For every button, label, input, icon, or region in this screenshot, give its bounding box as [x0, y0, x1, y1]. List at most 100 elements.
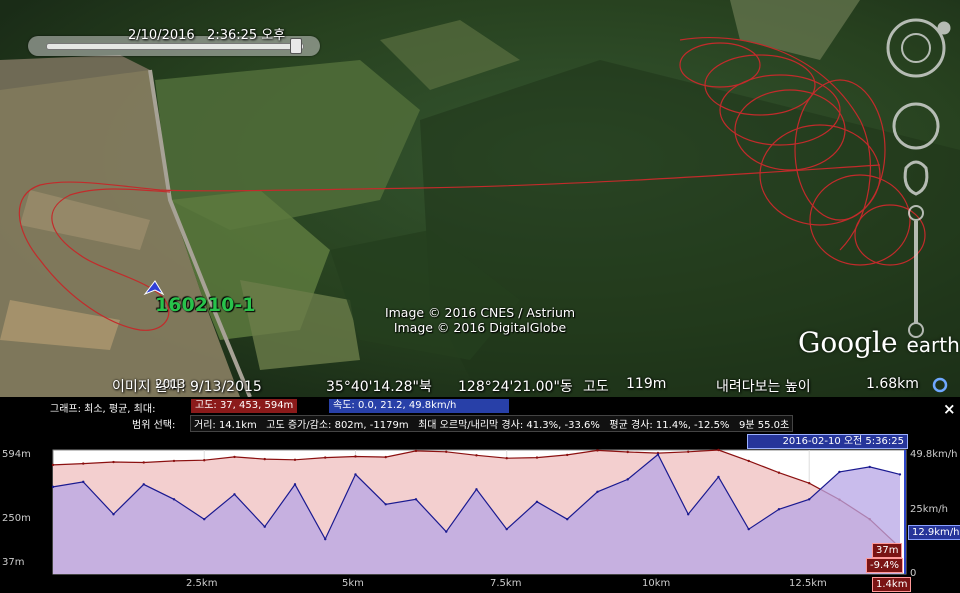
speed-point: [505, 527, 508, 531]
range-label: 범위 선택:: [132, 420, 176, 431]
altitude-point: [687, 450, 690, 453]
speed-point: [445, 530, 448, 533]
speed-point: [566, 518, 569, 521]
latitude: 35°40'14.28"북: [326, 379, 432, 395]
speed-point: [777, 508, 781, 511]
historical-imagery-year[interactable]: 2013: [155, 377, 186, 391]
cursor-distance: 1.4km: [872, 577, 912, 592]
speed-point: [324, 537, 327, 541]
speed-point: [51, 485, 55, 489]
altitude-point: [626, 450, 629, 454]
cursor-altitude: 37m: [872, 543, 903, 558]
speed-point: [868, 465, 871, 469]
look-joystick-icon: [886, 18, 946, 78]
speed-point: [384, 503, 387, 506]
time-slider-handle[interactable]: [290, 38, 302, 54]
speed-point: [596, 490, 599, 494]
y-right-tick: 49.8km/h: [910, 449, 958, 460]
speed-point: [808, 498, 811, 501]
credit-line: Image © 2016 CNES / Astrium: [384, 305, 576, 320]
cursor-speed: 12.9km/h: [908, 525, 960, 540]
altitude-point: [263, 457, 266, 461]
speed-point: [475, 488, 478, 491]
speed-point: [172, 498, 176, 501]
speed-point: [233, 493, 236, 496]
speed-point: [263, 525, 266, 528]
y-right-tick: 25km/h: [910, 504, 948, 515]
altitude-point: [233, 455, 236, 459]
altitude-point: [414, 449, 418, 453]
altitude-point: [445, 450, 448, 453]
altitude-point: [535, 456, 539, 459]
zoom-out-icon: [908, 322, 924, 338]
altitude-point: [777, 471, 781, 474]
range-stats-row: 범위 선택: 거리: 14.1km 고도 증가/감소: 802m, -1179m…: [0, 415, 960, 432]
speed-point: [717, 475, 720, 479]
speed-point: [656, 453, 660, 456]
speed-point: [414, 498, 418, 501]
imagery-credits: Image © 2016 CNES / Astrium Image © 2016…: [360, 305, 600, 335]
imagery-date: 이미지 날짜: 9/13/2015: [112, 379, 262, 395]
eye-alt-label: 내려다보는 높이: [716, 379, 811, 395]
cursor-slope: -9.4%: [866, 558, 904, 573]
speed-point: [112, 513, 115, 516]
altitude-point: [172, 459, 176, 463]
altitude-point: [596, 449, 599, 452]
x-tick: 2.5km: [186, 578, 218, 589]
speed-point: [747, 527, 750, 531]
altitude-point: [475, 454, 478, 457]
altitude-point: [82, 462, 85, 465]
speed-point: [82, 480, 85, 484]
altitude-point: [142, 461, 145, 464]
speed-point: [535, 500, 539, 503]
altitude-point: [717, 448, 720, 452]
altitude-point: [112, 460, 115, 464]
elevation-label: 고도: [583, 379, 609, 395]
x-tick: 7.5km: [490, 578, 522, 589]
elevation-value: 119m: [626, 376, 667, 392]
credit-line: Image © 2016 DigitalGlobe: [393, 320, 567, 335]
altitude-point: [324, 456, 327, 459]
placemark-label[interactable]: 160210-1: [155, 294, 255, 316]
altitude-point: [808, 481, 811, 485]
elevation-profile-chart[interactable]: [0, 430, 960, 593]
x-tick: 10km: [642, 578, 671, 589]
altitude-point: [384, 455, 387, 459]
zoom-in-icon: [908, 205, 924, 221]
compass-north-icon: [937, 21, 951, 35]
graph-stats-row: 그래프: 최소, 평균, 최대: 고도: 37, 453, 594m 속도: 0…: [0, 399, 960, 415]
speed-point: [687, 513, 690, 516]
y-left-tick: 37m: [2, 557, 25, 568]
x-tick: 5km: [342, 578, 364, 589]
altitude-point: [293, 458, 297, 461]
eye-alt-value: 1.68km: [866, 376, 919, 392]
speed-point: [142, 483, 145, 486]
x-tick: 12.5km: [789, 578, 827, 589]
speed-point: [626, 478, 629, 481]
altitude-point: [747, 459, 750, 463]
streaming-status-icon: [932, 377, 948, 393]
speed-point: [354, 473, 357, 476]
speed-point: [293, 483, 297, 486]
move-joystick-icon: [892, 102, 940, 150]
graph-label: 그래프: 최소, 평균, 최대:: [50, 404, 156, 415]
navigation-controls[interactable]: [876, 18, 956, 358]
time-slider-label: 2/10/2016 2:36:25 오후: [128, 28, 286, 43]
altitude-stats-toggle[interactable]: 고도: 37, 453, 594m: [191, 399, 298, 413]
longitude: 128°24'21.00"동: [458, 379, 573, 395]
speed-stats-toggle[interactable]: 속도: 0.0, 21.2, 49.8km/h: [329, 399, 509, 413]
altitude-point: [203, 459, 206, 462]
y-left-tick: 594m: [2, 449, 31, 460]
speed-point: [898, 473, 902, 476]
altitude-point: [566, 453, 569, 457]
status-bar: 이미지 날짜: 9/13/2015 35°40'14.28"북 128°24'2…: [0, 374, 960, 396]
altitude-point: [354, 455, 357, 458]
y-left-tick: 250m: [2, 513, 31, 524]
altitude-point: [505, 457, 508, 460]
altitude-point: [51, 463, 55, 467]
map-view[interactable]: 2/10/2016 2:36:25 오후 160210-1 Image © 20…: [0, 0, 960, 397]
time-slider-track[interactable]: [46, 43, 304, 50]
speed-point: [838, 470, 841, 474]
close-profile-button[interactable]: ×: [943, 400, 956, 418]
speed-point: [203, 518, 206, 521]
